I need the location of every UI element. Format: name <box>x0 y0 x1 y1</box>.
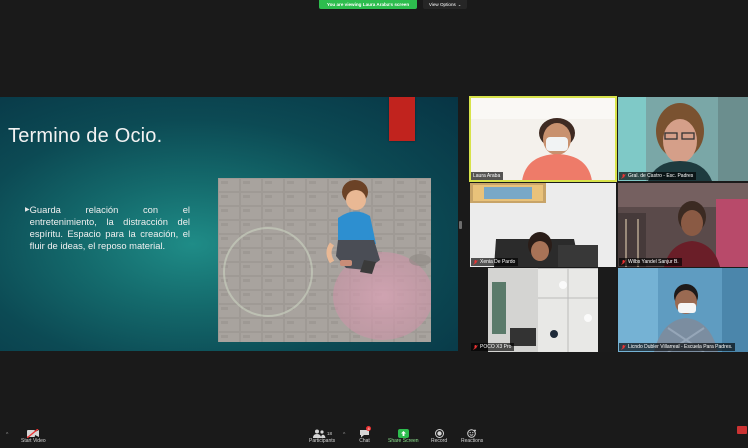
participant-name: Gral. de Castro - Esc. Padres <box>628 173 694 179</box>
share-screen-icon <box>397 428 409 438</box>
participant-name-tag: Xenia De Pardo <box>471 258 519 266</box>
participant-tile[interactable]: Laura Araba <box>469 96 617 182</box>
mic-muted-icon <box>473 344 478 350</box>
audio-options-caret[interactable]: ^ <box>6 432 8 438</box>
mic-muted-icon <box>621 259 626 265</box>
slide-bullet-text: Guarda relación con el entretenimiento, … <box>29 204 190 252</box>
share-screen-label: Share Screen <box>388 438 419 444</box>
record-button[interactable]: Record <box>431 428 447 444</box>
meeting-toolbar: ^ Start Video 18 Participants ^ 4 Chat S… <box>0 424 748 448</box>
participant-name: Laura Araba <box>473 173 501 179</box>
start-video-label: Start Video <box>21 438 46 444</box>
chat-label: Chat <box>359 438 370 444</box>
participant-tile[interactable]: POCO X3 Pro <box>470 268 616 352</box>
reactions-icon <box>467 428 477 438</box>
participant-name-tag: Gral. de Castro - Esc. Padres <box>619 172 697 180</box>
chevron-down-icon: ⌄ <box>457 2 462 7</box>
participant-name-tag: POCO X3 Pro <box>471 343 515 351</box>
participant-name-tag: Wilbs Yandel Sanjur B. <box>619 258 682 266</box>
participant-tile[interactable]: Wilbs Yandel Sanjur B. <box>618 183 748 267</box>
participant-name: Licndo Dubler Villarreal - Escuela Para … <box>628 344 733 350</box>
participant-name: Xenia De Pardo <box>480 259 516 265</box>
participant-tile[interactable]: Gral. de Castro - Esc. Padres <box>618 97 748 181</box>
shared-screen: Termino de Ocio. ▶ Guarda relación con e… <box>0 97 458 351</box>
view-options-button[interactable]: View Options ⌄ <box>423 0 467 9</box>
participant-name: POCO X3 Pro <box>480 344 512 350</box>
reactions-label: Reactions <box>461 438 484 444</box>
viewing-screen-text: You are viewing Laura Araba's screen <box>326 2 410 7</box>
share-screen-button[interactable]: Share Screen <box>388 428 419 444</box>
panel-resize-handle[interactable] <box>459 221 462 229</box>
slide-accent-tab <box>389 97 415 141</box>
video-off-icon <box>27 428 40 438</box>
participants-button[interactable]: 18 Participants <box>309 428 335 444</box>
participants-icon: 18 <box>312 428 332 438</box>
participant-name-tag: Laura Araba <box>471 172 504 180</box>
participant-tile[interactable]: Licndo Dubler Villarreal - Escuela Para … <box>618 268 748 352</box>
viewing-screen-banner: You are viewing Laura Araba's screen <box>319 0 417 9</box>
participant-name: Wilbs Yandel Sanjur B. <box>628 259 679 265</box>
slide-bullet: ▶ Guarda relación con el entretenimiento… <box>25 204 190 252</box>
chat-icon: 4 <box>359 426 372 438</box>
mic-muted-icon <box>621 344 626 350</box>
mic-muted-icon <box>473 259 478 265</box>
participants-options-caret[interactable]: ^ <box>343 432 345 438</box>
reactions-button[interactable]: Reactions <box>461 428 483 444</box>
slide-photo <box>218 178 431 342</box>
view-options-label: View Options <box>428 2 456 7</box>
start-video-button[interactable]: Start Video <box>21 428 46 444</box>
participant-tile[interactable]: Xenia De Pardo <box>470 183 616 267</box>
record-label: Record <box>431 438 448 444</box>
leave-indicator-icon[interactable] <box>737 426 747 434</box>
record-icon <box>434 428 444 438</box>
chat-button[interactable]: 4 Chat <box>359 426 372 444</box>
slide-title: Termino de Ocio. <box>8 125 163 147</box>
participant-name-tag: Licndo Dubler Villarreal - Escuela Para … <box>619 343 736 351</box>
chat-unread-badge: 4 <box>366 426 372 431</box>
participants-label: Participants <box>309 438 336 444</box>
mic-muted-icon <box>621 173 626 179</box>
participants-count: 18 <box>327 430 333 436</box>
